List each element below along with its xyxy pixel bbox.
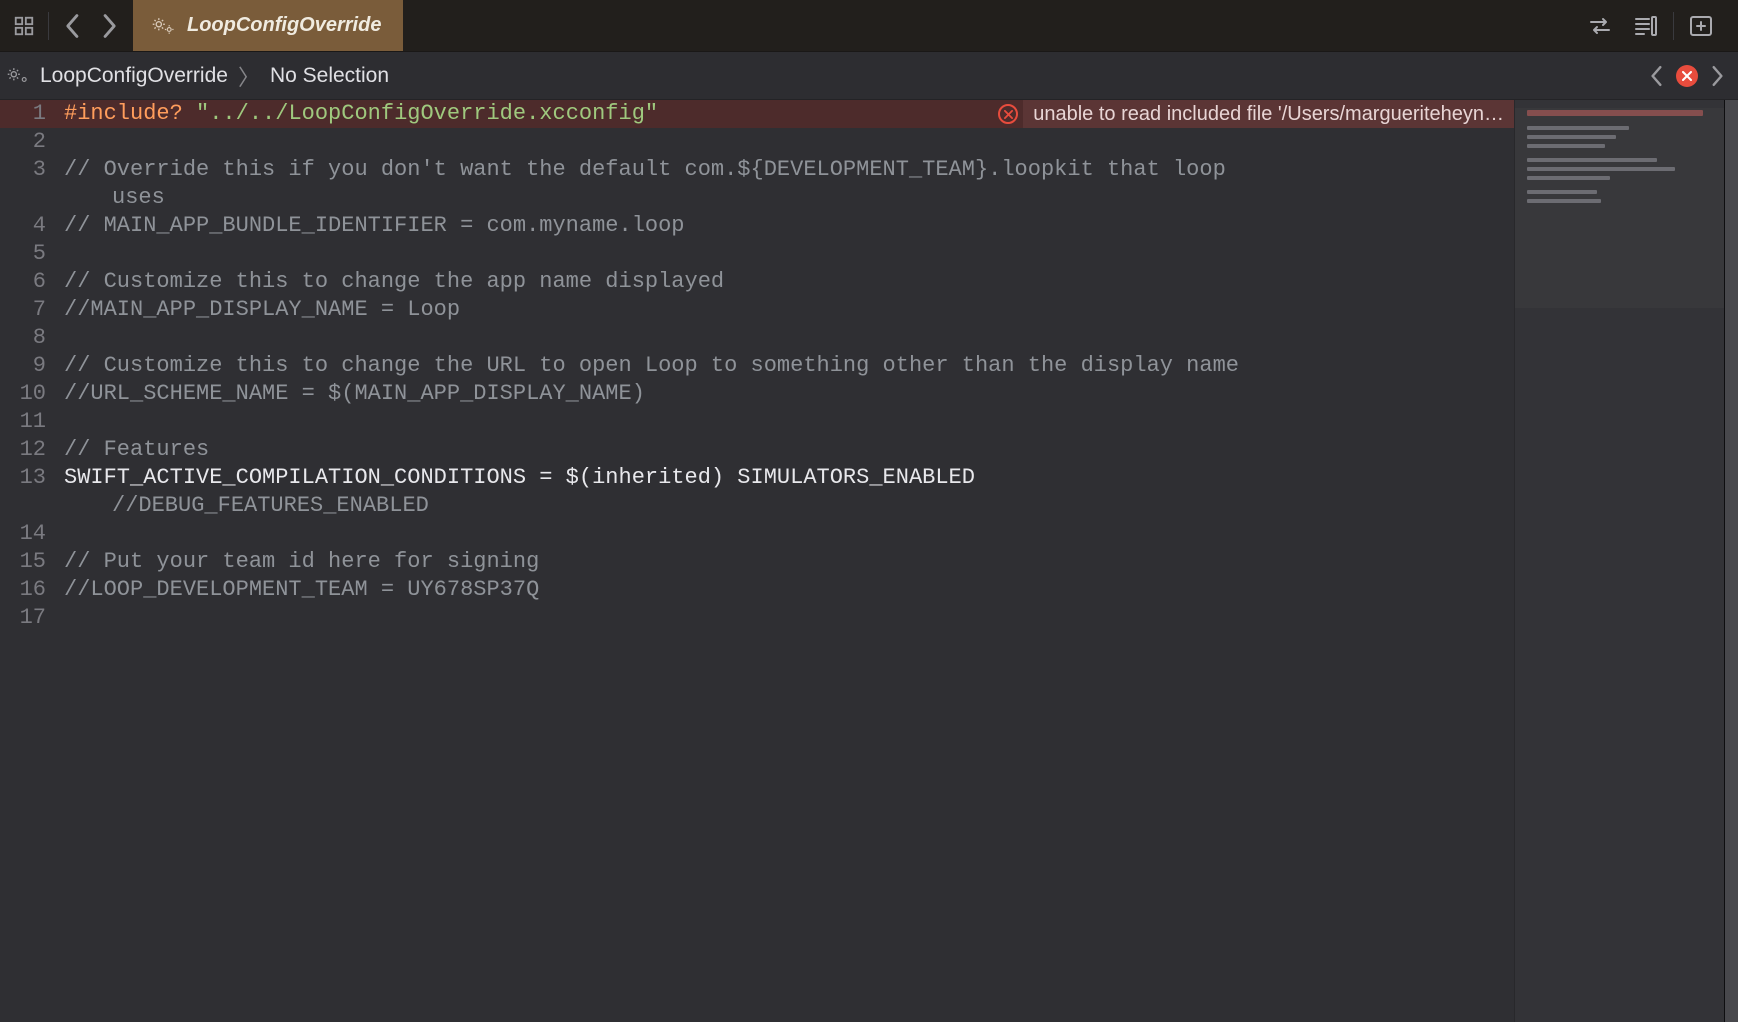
code-review-icon	[1633, 15, 1659, 37]
related-items-button[interactable]	[0, 0, 48, 51]
code-line[interactable]: 8	[0, 324, 1514, 352]
line-content[interactable]: #include? "../../LoopConfigOverride.xcco…	[64, 100, 1514, 128]
line-number: 14	[0, 520, 64, 548]
line-number: 5	[0, 240, 64, 268]
code-line[interactable]: 12// Features	[0, 436, 1514, 464]
line-content[interactable]: //URL_SCHEME_NAME = $(MAIN_APP_DISPLAY_N…	[64, 380, 1514, 408]
code-line[interactable]: 15// Put your team id here for signing	[0, 548, 1514, 576]
code-line[interactable]: 17	[0, 604, 1514, 632]
code-line[interactable]: 7//MAIN_APP_DISPLAY_NAME = Loop	[0, 296, 1514, 324]
nav-arrows	[49, 0, 133, 51]
line-content[interactable]: //MAIN_APP_DISPLAY_NAME = Loop	[64, 296, 1514, 324]
line-content[interactable]: //DEBUG_FEATURES_ENABLED	[64, 492, 1514, 520]
breadcrumb-bar: LoopConfigOverride 〉 No Selection	[0, 52, 1738, 100]
code-line[interactable]: 5	[0, 240, 1514, 268]
breadcrumb-right	[1646, 61, 1728, 91]
gears-icon	[151, 16, 177, 36]
code-line[interactable]: 16//LOOP_DEVELOPMENT_TEAM = UY678SP37Q	[0, 576, 1514, 604]
nav-forward-button[interactable]	[91, 8, 127, 44]
line-number	[0, 184, 64, 212]
line-content[interactable]: // Put your team id here for signing	[64, 548, 1514, 576]
line-number: 11	[0, 408, 64, 436]
scrollbar-thumb[interactable]	[1725, 100, 1738, 1022]
issue-prev-button[interactable]	[1646, 61, 1668, 91]
line-content[interactable]: // MAIN_APP_BUNDLE_IDENTIFIER = com.myna…	[64, 212, 1514, 240]
line-number: 4	[0, 212, 64, 240]
breadcrumb-file[interactable]: LoopConfigOverride	[40, 64, 228, 88]
line-number: 2	[0, 128, 64, 156]
code-line[interactable]: 9// Customize this to change the URL to …	[0, 352, 1514, 380]
code-line[interactable]: 13SWIFT_ACTIVE_COMPILATION_CONDITIONS = …	[0, 464, 1514, 492]
line-number: 9	[0, 352, 64, 380]
code-area[interactable]: 1#include? "../../LoopConfigOverride.xcc…	[0, 100, 1514, 632]
line-number: 16	[0, 576, 64, 604]
code-line-wrap[interactable]: //DEBUG_FEATURES_ENABLED	[0, 492, 1514, 520]
line-content[interactable]: //LOOP_DEVELOPMENT_TEAM = UY678SP37Q	[64, 576, 1514, 604]
line-number: 8	[0, 324, 64, 352]
vertical-scrollbar[interactable]	[1724, 100, 1738, 1022]
line-content[interactable]	[64, 604, 1514, 632]
editor-tab[interactable]: LoopConfigOverride	[133, 0, 403, 51]
code-line[interactable]: 6// Customize this to change the app nam…	[0, 268, 1514, 296]
add-panel-icon	[1689, 15, 1713, 37]
swap-icon	[1588, 16, 1612, 36]
chevron-right-icon	[100, 13, 118, 39]
line-number: 1	[0, 100, 64, 128]
tab-title: LoopConfigOverride	[187, 14, 381, 37]
editor-container: 1#include? "../../LoopConfigOverride.xcc…	[0, 100, 1738, 1022]
line-number: 17	[0, 604, 64, 632]
chevron-right-icon: 〉	[238, 60, 260, 92]
line-content[interactable]: SWIFT_ACTIVE_COMPILATION_CONDITIONS = $(…	[64, 464, 1514, 492]
code-line-wrap[interactable]: uses	[0, 184, 1514, 212]
line-content[interactable]	[64, 128, 1514, 156]
line-content[interactable]: // Features	[64, 436, 1514, 464]
line-number	[0, 492, 64, 520]
code-line[interactable]: 3// Override this if you don't want the …	[0, 156, 1514, 184]
breadcrumb-selection[interactable]: No Selection	[270, 64, 389, 88]
line-number: 15	[0, 548, 64, 576]
toolbar-right	[1581, 8, 1738, 44]
line-number: 3	[0, 156, 64, 184]
code-line[interactable]: 14	[0, 520, 1514, 548]
inline-error-text: unable to read included file '/Users/mar…	[1023, 100, 1514, 128]
grid-icon	[13, 15, 35, 37]
x-icon	[1682, 71, 1692, 81]
line-number: 12	[0, 436, 64, 464]
nav-back-button[interactable]	[55, 8, 91, 44]
line-content[interactable]: // Customize this to change the app name…	[64, 268, 1514, 296]
code-line[interactable]: 4// MAIN_APP_BUNDLE_IDENTIFIER = com.myn…	[0, 212, 1514, 240]
chevron-right-icon	[1710, 65, 1724, 87]
error-icon	[993, 104, 1023, 124]
divider	[1673, 12, 1674, 40]
error-badge[interactable]	[1676, 65, 1698, 87]
line-content[interactable]: uses	[64, 184, 1514, 212]
code-editor[interactable]: 1#include? "../../LoopConfigOverride.xcc…	[0, 100, 1514, 1022]
add-editor-button[interactable]	[1682, 8, 1720, 44]
line-number: 7	[0, 296, 64, 324]
minimap[interactable]	[1514, 100, 1724, 1022]
swap-button[interactable]	[1581, 8, 1619, 44]
code-line[interactable]: 1#include? "../../LoopConfigOverride.xcc…	[0, 100, 1514, 128]
inline-error[interactable]: unable to read included file '/Users/mar…	[993, 100, 1514, 128]
line-number: 13	[0, 464, 64, 492]
gears-icon	[6, 66, 32, 86]
editor-toolbar: LoopConfigOverride	[0, 0, 1738, 52]
chevron-left-icon	[64, 13, 82, 39]
minimap-viewport[interactable]	[1515, 108, 1724, 308]
line-content[interactable]: // Override this if you don't want the d…	[64, 156, 1514, 184]
issue-next-button[interactable]	[1706, 61, 1728, 91]
line-content[interactable]	[64, 408, 1514, 436]
adjust-editor-button[interactable]	[1627, 8, 1665, 44]
line-content[interactable]	[64, 520, 1514, 548]
chevron-left-icon	[1650, 65, 1664, 87]
line-number: 10	[0, 380, 64, 408]
line-content[interactable]	[64, 324, 1514, 352]
code-line[interactable]: 11	[0, 408, 1514, 436]
code-line[interactable]: 10//URL_SCHEME_NAME = $(MAIN_APP_DISPLAY…	[0, 380, 1514, 408]
line-content[interactable]: // Customize this to change the URL to o…	[64, 352, 1514, 380]
line-number: 6	[0, 268, 64, 296]
code-line[interactable]: 2	[0, 128, 1514, 156]
line-content[interactable]	[64, 240, 1514, 268]
toolbar-left: LoopConfigOverride	[0, 0, 403, 51]
